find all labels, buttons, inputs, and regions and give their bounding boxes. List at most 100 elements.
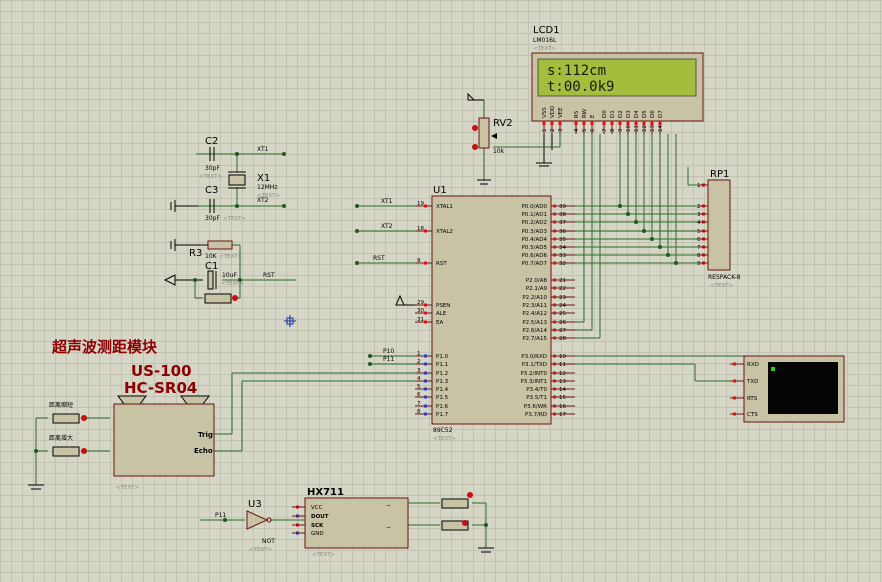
rp1-pin-num: 7 <box>697 245 701 251</box>
mcu-pin-marker <box>424 303 427 307</box>
btn-distance-down-label: 距离缩短 <box>49 401 73 409</box>
mcu-pin-num: 9 <box>417 258 421 264</box>
hx711-minus-2: − <box>386 524 391 531</box>
mcu-pin-num: 4 <box>417 376 421 382</box>
lcd-pin-marker <box>582 122 586 125</box>
btn-distance-up[interactable] <box>52 446 80 457</box>
rp1-ref: RP1 <box>710 169 729 180</box>
terminal-pin-label: RTS <box>747 396 758 402</box>
r3-ref: R3 <box>189 248 202 259</box>
mcu-pin-name: P2.3/A11 <box>522 303 547 309</box>
mcu-pin-marker <box>553 204 556 208</box>
u3-ref: U3 <box>248 499 262 510</box>
mcu-pin-num: 11 <box>559 362 566 368</box>
lcd-pin-marker <box>610 122 614 125</box>
rp1-pin-num: 3 <box>697 212 701 218</box>
mcu-pin-marker <box>553 328 556 332</box>
mcu-pin-name: P1.4 <box>436 387 449 393</box>
mcu-pin-name: XTAL2 <box>436 229 453 235</box>
lcd-pin-marker <box>626 122 630 125</box>
lcd-pin-num: 14 <box>658 125 664 132</box>
mcu-ref: U1 <box>433 185 447 196</box>
terminal-pin-label: RXD <box>747 362 759 368</box>
mcu-pin-num: 15 <box>559 395 566 401</box>
net-rst-mcu: RST <box>373 255 385 262</box>
reset-circuit[interactable]: R3 10K <TEXT> C1 10uF <TEXT> RST <box>163 240 275 304</box>
mcu-pin-name: P2.0/A8 <box>526 278 548 284</box>
mcu-pin-num: 35 <box>559 237 566 243</box>
mcu-pin-marker <box>553 237 556 241</box>
c3-ref: C3 <box>205 185 218 196</box>
net-xt2-mcu: XT2 <box>381 223 393 230</box>
potentiometer-rv2[interactable]: RV2 10k <box>467 92 513 155</box>
mcu-pin-name: P1.7 <box>436 412 449 418</box>
lcd-pin-name: VEE <box>558 107 564 118</box>
respack-rp1[interactable]: RP1 RESPACK-8 <TEXT> 1 2 3 4 5 6 7 8 9 <box>697 169 741 289</box>
rp1-part: RESPACK-8 <box>708 274 741 281</box>
lcd-pin-name: VSS <box>542 107 548 118</box>
mcu-pin-name: EA <box>436 320 443 326</box>
terminal-pin-label: TXD <box>746 379 758 385</box>
hx711-module[interactable]: HX711 VCC DOUT SCK GND − − U3 NOT <TEXT> P1… <box>215 487 473 558</box>
net-p11: P11 <box>383 356 394 363</box>
mcu-pin-name: P0.2/AD2 <box>522 220 547 226</box>
lcd-pin-num: 4 <box>574 128 580 132</box>
mcu-pin-num: 5 <box>417 384 421 390</box>
mcu-pin-marker <box>553 412 556 416</box>
mcu-pin-name: P2.1/A9 <box>526 286 548 292</box>
ultrasonic-text-tag: <TEXT> <box>116 485 139 491</box>
mcu-pin-num: 23 <box>559 295 566 301</box>
mcu-pin-name: P2.2/A10 <box>522 295 547 301</box>
mcu-pin-num: 22 <box>559 286 566 292</box>
mcu-pin-name: P3.4/T0 <box>526 387 547 393</box>
mcu-pin-num: 6 <box>417 392 421 398</box>
mcu-pin-marker <box>424 412 427 416</box>
mcu-89c52[interactable]: U1 89C52 <TEXT> XT1 XT2 RST P10 P11 19 XT… <box>373 185 575 442</box>
lcd-pin-marker <box>618 122 622 125</box>
mcu-pin-num: 24 <box>559 303 566 309</box>
lcd-pin-num: 3 <box>558 128 564 132</box>
rp1-pin-num: 2 <box>697 204 701 210</box>
mcu-pin-name: P3.0/RXD <box>521 354 547 360</box>
lcd-pin-name: D5 <box>642 110 648 118</box>
mcu-pin-num: 30 <box>417 308 424 314</box>
c1-ref: C1 <box>205 261 218 272</box>
mcu-pin-num: 31 <box>417 317 424 323</box>
reset-button[interactable] <box>204 293 232 304</box>
lcd-pin-num: 5 <box>582 128 588 132</box>
mcu-pin-marker <box>553 387 556 391</box>
lcd-part: LM016L <box>533 37 557 44</box>
lcd-pin-name: D2 <box>618 110 624 118</box>
mcu-pin-name: P1.5 <box>436 395 449 401</box>
mcu-pin-num: 3 <box>417 368 421 374</box>
mcu-pin-num: 27 <box>559 328 566 334</box>
mcu-pin-name: ALE <box>436 311 447 317</box>
mcu-pin-marker <box>553 320 556 324</box>
mcu-pin-num: 32 <box>559 261 566 267</box>
lcd-module[interactable]: LCD1 LM016L <TEXT> s:112cm t:00.0k9 VSS 1… <box>531 25 704 134</box>
mcu-pin-marker <box>553 220 556 224</box>
hx711-button-1[interactable] <box>441 498 469 509</box>
mcu-pin-marker <box>553 395 556 399</box>
ultrasonic-title: 超声波测距模块 <box>51 338 158 356</box>
mcu-pin-marker <box>553 311 556 315</box>
mcu-pin-marker <box>553 295 556 299</box>
mcu-pin-marker <box>424 395 427 399</box>
hx711-minus-1: − <box>386 502 391 509</box>
btn-distance-down[interactable] <box>52 413 80 424</box>
crystal-circuit[interactable]: C2 30pF <TEXT> C3 30pF <TEXT> X1 12MHz <… <box>199 136 280 222</box>
mcu-pin-name: P3.7/RD <box>525 412 547 418</box>
virtual-terminal[interactable]: RXD TXD RTS CTS <box>730 355 845 423</box>
ultrasonic-module[interactable]: 超声波测距模块 US-100 HC-SR04 Trig Echo <TEXT> … <box>49 338 215 491</box>
mcu-pin-name: P0.5/AD5 <box>522 245 548 251</box>
c2-text-tag: <TEXT> <box>199 174 222 180</box>
mcu-pin-name: P0.4/AD4 <box>522 237 548 243</box>
lcd-pin-name: D4 <box>634 110 640 118</box>
mcu-pin-num: 39 <box>559 204 566 210</box>
trig-pin-label: Trig <box>198 431 213 439</box>
c3-value: 30pF <box>205 215 220 222</box>
rp1-pin-num: 8 <box>697 253 701 259</box>
c3-text-tag: <TEXT> <box>223 216 246 222</box>
r3-value: 10K <box>205 253 218 260</box>
mcu-pin-num: 25 <box>559 311 566 317</box>
